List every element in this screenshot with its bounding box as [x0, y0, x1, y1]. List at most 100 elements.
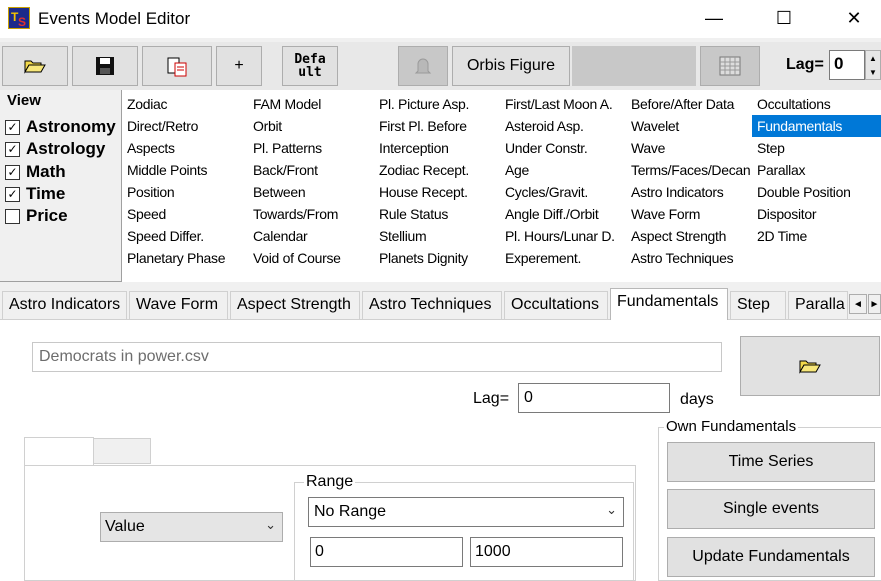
list-item[interactable]: Age: [500, 159, 626, 181]
list-item[interactable]: Interception: [374, 137, 500, 159]
view-checkbox-math[interactable]: ✓ Math: [5, 162, 66, 182]
lag-input[interactable]: 0: [518, 383, 670, 413]
add-button[interactable]: +: [216, 46, 262, 86]
tab-scroll-left-icon[interactable]: ◄: [849, 294, 867, 314]
own-fundamentals-label: Own Fundamentals: [664, 418, 799, 435]
list-item[interactable]: Speed Differ.: [122, 225, 248, 247]
view-checkbox-time[interactable]: ✓ Time: [5, 184, 65, 204]
list-item[interactable]: Aspect Strength: [626, 225, 752, 247]
view-checkbox-price[interactable]: Price: [5, 206, 68, 226]
range-to-input[interactable]: 1000: [470, 537, 623, 567]
single-events-button[interactable]: Single events: [667, 489, 875, 529]
list-item[interactable]: First/Last Moon A.: [500, 93, 626, 115]
list-item[interactable]: Towards/From: [248, 203, 374, 225]
save-button[interactable]: [72, 46, 138, 86]
tab-scroll-right-icon[interactable]: ►: [868, 294, 881, 314]
range-from-input[interactable]: 0: [310, 537, 463, 567]
list-item[interactable]: Stellium: [374, 225, 500, 247]
list-item[interactable]: Back/Front: [248, 159, 374, 181]
list-item[interactable]: Angle Diff./Orbit: [500, 203, 626, 225]
calendar-button[interactable]: [700, 46, 760, 86]
list-item[interactable]: Astro Techniques: [626, 247, 752, 269]
list-item[interactable]: Occultations: [752, 93, 881, 115]
update-fundamentals-button[interactable]: Update Fundamentals: [667, 537, 875, 577]
time-series-button[interactable]: Time Series: [667, 442, 875, 482]
minimize-button[interactable]: —: [691, 0, 737, 36]
close-button[interactable]: ✕: [831, 0, 877, 36]
list-item[interactable]: Wave: [626, 137, 752, 159]
list-item[interactable]: Astro Indicators: [626, 181, 752, 203]
list-column: Pl. Picture Asp. First Pl. Before Interc…: [374, 93, 500, 269]
tab-astro-techniques[interactable]: Astro Techniques: [362, 291, 502, 319]
list-item[interactable]: First Pl. Before: [374, 115, 500, 137]
list-item[interactable]: Pl. Hours/Lunar D.: [500, 225, 626, 247]
value-select[interactable]: Value ⌄: [100, 512, 283, 542]
view-checkbox-astronomy[interactable]: ✓ Astronomy: [5, 117, 116, 137]
file-path-input[interactable]: Democrats in power.csv: [32, 342, 722, 372]
range-select[interactable]: No Range ⌄: [308, 497, 624, 527]
list-item[interactable]: Between: [248, 181, 374, 203]
list-item[interactable]: House Recept.: [374, 181, 500, 203]
list-item[interactable]: 2D Time: [752, 225, 881, 247]
list-item[interactable]: Before/After Data: [626, 93, 752, 115]
list-item[interactable]: Planets Dignity: [374, 247, 500, 269]
view-checkbox-astrology[interactable]: ✓ Astrology: [5, 139, 105, 159]
spin-down-icon[interactable]: ▼: [869, 68, 877, 77]
list-item[interactable]: Middle Points: [122, 159, 248, 181]
lag-input-top[interactable]: 0: [829, 50, 865, 80]
sheet-tab-2[interactable]: [93, 438, 151, 464]
list-item[interactable]: Wave Form: [626, 203, 752, 225]
tab-occultations[interactable]: Occultations: [504, 291, 608, 319]
toolbar-spacer: [572, 46, 696, 86]
days-label: days: [680, 391, 714, 408]
tab-parallax[interactable]: Paralla: [788, 291, 848, 319]
checkbox-label: Time: [26, 184, 66, 203]
list-item[interactable]: Terms/Faces/Decan: [626, 159, 752, 181]
list-item[interactable]: Pl. Patterns: [248, 137, 374, 159]
orbis-figure-button[interactable]: Orbis Figure: [452, 46, 570, 86]
floppy-disk-icon: [96, 57, 114, 75]
list-item[interactable]: Zodiac: [122, 93, 248, 115]
list-item[interactable]: Direct/Retro: [122, 115, 248, 137]
list-item-selected[interactable]: Fundamentals: [752, 115, 881, 137]
list-item[interactable]: Asteroid Asp.: [500, 115, 626, 137]
list-item[interactable]: Aspects: [122, 137, 248, 159]
default-button[interactable]: Defa ult: [282, 46, 338, 86]
open-file-button[interactable]: [2, 46, 68, 86]
list-item[interactable]: Experement.: [500, 247, 626, 269]
checkbox-label: Astrology: [26, 139, 106, 158]
paste-icon: [167, 57, 187, 77]
checkbox-icon: ✓: [5, 141, 20, 157]
list-item[interactable]: Cycles/Gravit.: [500, 181, 626, 203]
tab-wave-form[interactable]: Wave Form: [129, 291, 228, 319]
list-item[interactable]: Parallax: [752, 159, 881, 181]
lag-label-top: Lag=: [786, 56, 824, 73]
maximize-button[interactable]: ☐: [761, 0, 807, 36]
list-item[interactable]: Calendar: [248, 225, 374, 247]
tab-step[interactable]: Step: [730, 291, 786, 319]
list-column: FAM Model Orbit Pl. Patterns Back/Front …: [248, 93, 374, 269]
list-item[interactable]: Double Position: [752, 181, 881, 203]
open-csv-button[interactable]: [740, 336, 880, 396]
list-item[interactable]: Pl. Picture Asp.: [374, 93, 500, 115]
list-item[interactable]: Under Constr.: [500, 137, 626, 159]
list-item[interactable]: Zodiac Recept.: [374, 159, 500, 181]
chevron-down-icon: ⌄: [606, 502, 617, 517]
lag-spinner[interactable]: ▲ ▼: [865, 50, 881, 80]
list-item[interactable]: Void of Course: [248, 247, 374, 269]
list-item[interactable]: Dispositor: [752, 203, 881, 225]
paste-button[interactable]: [142, 46, 212, 86]
list-item[interactable]: FAM Model: [248, 93, 374, 115]
tab-aspect-strength[interactable]: Aspect Strength: [230, 291, 360, 319]
tab-fundamentals[interactable]: Fundamentals: [610, 288, 728, 320]
list-item[interactable]: Rule Status: [374, 203, 500, 225]
list-item[interactable]: Step: [752, 137, 881, 159]
list-item[interactable]: Orbit: [248, 115, 374, 137]
tab-astro-indicators[interactable]: Astro Indicators: [2, 291, 127, 319]
list-item[interactable]: Planetary Phase: [122, 247, 248, 269]
list-item[interactable]: Position: [122, 181, 248, 203]
sheet-tab-1[interactable]: [24, 437, 94, 467]
list-item[interactable]: Wavelet: [626, 115, 752, 137]
spin-up-icon[interactable]: ▲: [869, 54, 877, 63]
list-item[interactable]: Speed: [122, 203, 248, 225]
